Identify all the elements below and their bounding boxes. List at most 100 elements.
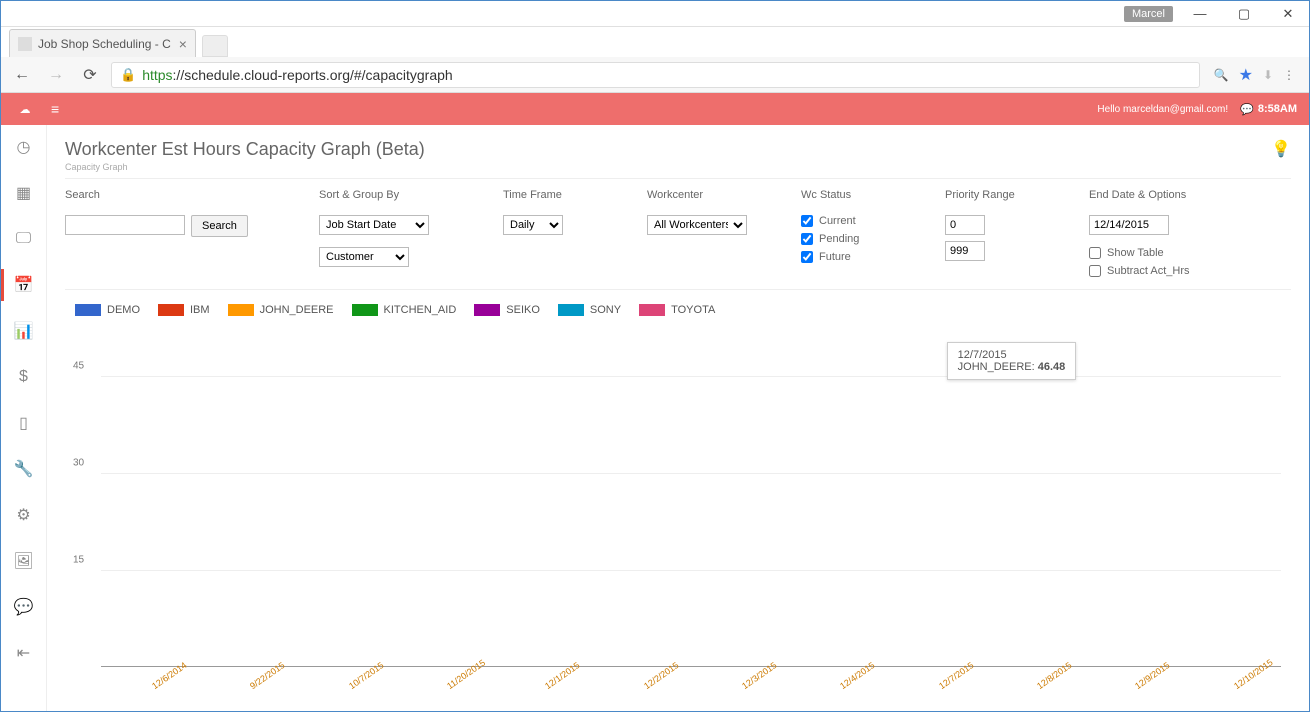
legend-swatch — [558, 304, 584, 316]
legend-label: DEMO — [107, 304, 140, 316]
gear-icon[interactable]: ⚙ — [12, 503, 36, 527]
priority-min-input[interactable] — [945, 215, 985, 235]
status-pending-label: Pending — [819, 233, 859, 245]
legend-swatch — [474, 304, 500, 316]
workcenter-select[interactable]: All Workcenters — [647, 215, 747, 235]
url-path: ://schedule.cloud-reports.org/#/capacity… — [173, 67, 453, 83]
new-tab-button[interactable] — [202, 35, 228, 57]
cloud-logo-icon[interactable]: ☁ — [13, 99, 37, 119]
dollar-icon[interactable]: $ — [12, 365, 36, 389]
x-tick-label: 12/10/2015 — [1232, 657, 1275, 691]
legend-item[interactable]: KITCHEN_AID — [352, 304, 457, 316]
hamburger-icon[interactable]: ≡ — [51, 101, 59, 117]
legend-label: KITCHEN_AID — [384, 304, 457, 316]
x-tick-label: 12/1/2015 — [543, 660, 582, 691]
reload-button[interactable]: ⟳ — [77, 62, 103, 88]
status-current-checkbox[interactable] — [801, 215, 813, 227]
priority-max-input[interactable] — [945, 241, 985, 261]
tab-title: Job Shop Scheduling - C — [38, 37, 171, 51]
legend-label: IBM — [190, 304, 210, 316]
legend-item[interactable]: TOYOTA — [639, 304, 715, 316]
status-future-checkbox[interactable] — [801, 251, 813, 263]
x-tick-label: 12/6/2014 — [150, 660, 189, 691]
x-tick-label: 12/7/2015 — [937, 660, 976, 691]
tablet-icon[interactable]: ▯ — [12, 411, 36, 435]
legend-label: TOYOTA — [671, 304, 715, 316]
bookmark-star-icon[interactable]: ★ — [1239, 65, 1253, 85]
legend-swatch — [352, 304, 378, 316]
chart-legend: DEMO IBM JOHN_DEERE KITCHEN_AID SEIKO SONY TOY… — [65, 300, 1291, 326]
capacity-chart[interactable]: 15304512/6/20149/22/201510/7/201511/20/2… — [65, 326, 1291, 703]
legend-swatch — [158, 304, 184, 316]
address-bar[interactable]: 🔒 https://schedule.cloud-reports.org/#/c… — [111, 62, 1200, 88]
status-pending-checkbox[interactable] — [801, 233, 813, 245]
x-tick-label: 11/20/2015 — [445, 658, 487, 692]
url-protocol: https — [142, 67, 172, 83]
monitor-icon[interactable]: 🖵 — [12, 227, 36, 251]
legend-item[interactable]: DEMO — [75, 304, 140, 316]
bar-chart-icon[interactable]: 📊 — [12, 319, 36, 343]
zoom-icon[interactable]: 🔍 — [1214, 68, 1229, 82]
logout-icon[interactable]: ⇤ — [12, 641, 36, 665]
calendar-icon[interactable]: 📅 — [12, 273, 36, 297]
browser-tab[interactable]: Job Shop Scheduling - C × — [9, 29, 196, 57]
search-button[interactable]: Search — [191, 215, 248, 237]
download-icon[interactable]: ⬇ — [1263, 68, 1273, 82]
y-tick-label: 30 — [73, 457, 84, 468]
back-button[interactable]: ← — [9, 62, 35, 88]
legend-item[interactable]: SONY — [558, 304, 621, 316]
legend-item[interactable]: SEIKO — [474, 304, 540, 316]
legend-item[interactable]: IBM — [158, 304, 210, 316]
legend-label: SEIKO — [506, 304, 540, 316]
gauge-icon[interactable]: ◷ — [12, 135, 36, 159]
page-subtitle: Capacity Graph — [65, 162, 425, 172]
close-tab-icon[interactable]: × — [179, 36, 187, 52]
image-icon[interactable]: 🖼 — [12, 549, 36, 573]
legend-swatch — [639, 304, 665, 316]
address-bar-row: ← → ⟳ 🔒 https://schedule.cloud-reports.o… — [1, 57, 1309, 93]
timeframe-select[interactable]: Daily — [503, 215, 563, 235]
chrome-menu-icon[interactable]: ⋮ — [1283, 68, 1295, 82]
x-tick-label: 12/2/2015 — [642, 660, 681, 691]
maximize-button[interactable]: ▢ — [1227, 3, 1261, 25]
x-tick-label: 12/3/2015 — [740, 660, 779, 691]
wrench-icon[interactable]: 🔧 — [12, 457, 36, 481]
x-tick-label: 9/22/2015 — [248, 660, 287, 691]
y-tick-label: 15 — [73, 554, 84, 565]
legend-item[interactable]: JOHN_DEERE — [228, 304, 334, 316]
chart-tooltip: 12/7/2015JOHN_DEERE: 46.48 — [947, 342, 1077, 380]
chat-icon[interactable]: 💬 — [12, 595, 36, 619]
close-window-button[interactable]: ✕ — [1271, 3, 1305, 25]
priority-label: Priority Range — [945, 189, 1065, 201]
search-input[interactable] — [65, 215, 185, 235]
timeframe-label: Time Frame — [503, 189, 623, 201]
header-time: 8:58AM — [1258, 103, 1297, 115]
legend-swatch — [75, 304, 101, 316]
sort-label: Sort & Group By — [319, 189, 479, 201]
grid-icon[interactable]: ▦ — [12, 181, 36, 205]
filter-bar: Search Search Sort & Group By Job Start … — [65, 189, 1291, 290]
subtract-checkbox[interactable] — [1089, 265, 1101, 277]
user-chip: Marcel — [1124, 6, 1173, 22]
x-tick-label: 12/4/2015 — [838, 660, 877, 691]
show-table-label: Show Table — [1107, 247, 1164, 259]
app-header: ☁ ≡ Hello marceldan@gmail.com! 💬 8:58AM — [1, 93, 1309, 125]
forward-button[interactable]: → — [43, 62, 69, 88]
window-title-bar: Marcel — ▢ ✕ — [1, 1, 1309, 27]
browser-tab-strip: Job Shop Scheduling - C × — [1, 27, 1309, 57]
status-future-label: Future — [819, 251, 851, 263]
lock-icon: 🔒 — [120, 67, 136, 83]
greeting-text: Hello marceldan@gmail.com! — [1097, 104, 1228, 115]
enddate-input[interactable] — [1089, 215, 1169, 235]
show-table-checkbox[interactable] — [1089, 247, 1101, 259]
minimize-button[interactable]: — — [1183, 3, 1217, 25]
page-title: Workcenter Est Hours Capacity Graph (Bet… — [65, 139, 425, 160]
lightbulb-icon[interactable]: 💡 — [1271, 139, 1291, 159]
legend-label: SONY — [590, 304, 621, 316]
sort-secondary-select[interactable]: Customer — [319, 247, 409, 267]
sidebar: ◷ ▦ 🖵 📅 📊 $ ▯ 🔧 ⚙ 🖼 💬 ⇤ — [1, 125, 47, 711]
status-label: Wc Status — [801, 189, 921, 201]
sort-primary-select[interactable]: Job Start Date — [319, 215, 429, 235]
legend-label: JOHN_DEERE — [260, 304, 334, 316]
legend-swatch — [228, 304, 254, 316]
